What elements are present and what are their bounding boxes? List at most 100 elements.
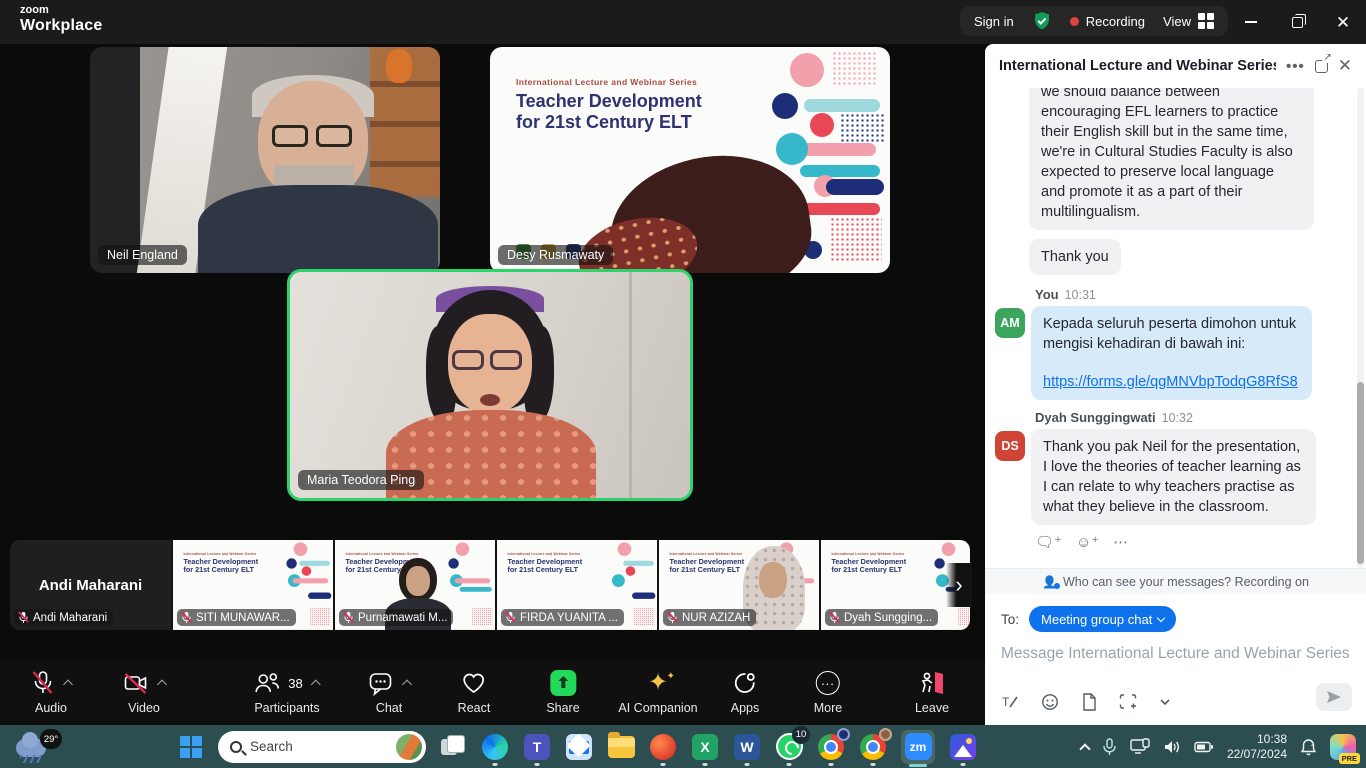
share-button[interactable]: Share <box>546 668 579 715</box>
video-tile-neil-england[interactable]: Neil England <box>90 47 440 273</box>
tray-battery-button[interactable] <box>1194 741 1214 753</box>
brand-zoom: zoom <box>20 5 102 16</box>
recipient-selector[interactable]: Meeting group chat <box>1029 606 1176 632</box>
clock-time: 10:38 <box>1227 732 1287 747</box>
video-tile-maria-teodora-ping-active-speaker[interactable]: Maria Teodora Ping <box>287 269 693 501</box>
audio-button[interactable]: Audio <box>31 668 72 715</box>
start-button[interactable] <box>176 732 206 762</box>
chat-message-list[interactable]: we should balance between encouraging EF… <box>985 88 1366 568</box>
chrome-app-1[interactable] <box>816 732 846 762</box>
photos-icon <box>950 734 976 760</box>
zoom-titlebar: zoom Workplace Sign in Recording View ✕ <box>0 0 1366 44</box>
svg-text:T: T <box>1002 695 1010 709</box>
thumb-purnamawati[interactable]: International Lecture and Webinar Series… <box>335 540 495 630</box>
window-controls: ✕ <box>1228 0 1366 44</box>
message-actions: 🗨⁺ ☺⁺ ⋯ <box>1035 533 1352 551</box>
message-more-icon[interactable]: ⋯ <box>1113 533 1128 551</box>
browser-red-app[interactable] <box>648 732 678 762</box>
file-attach-icon[interactable] <box>1081 693 1097 711</box>
thumb-siti-munawar[interactable]: International Lecture and Webinar Series… <box>173 540 333 630</box>
audio-options-caret[interactable] <box>63 680 73 690</box>
share-screen-icon <box>550 670 576 696</box>
word-app[interactable]: W <box>732 732 762 762</box>
battery-icon <box>1194 741 1214 753</box>
leave-button[interactable]: Leave <box>915 668 949 715</box>
react-button[interactable]: React <box>458 668 491 715</box>
send-button[interactable] <box>1316 683 1352 711</box>
recording-indicator[interactable]: Recording <box>1070 14 1145 29</box>
close-button[interactable]: ✕ <box>1320 0 1366 44</box>
taskbar-clock[interactable]: 10:38 22/07/2024 <box>1227 732 1287 762</box>
taskbar-search[interactable]: Search <box>218 731 426 763</box>
privacy-notice[interactable]: 👤 Who can see your messages? Recording o… <box>985 568 1366 594</box>
tray-mic-button[interactable] <box>1102 738 1117 756</box>
security-shield-icon[interactable] <box>1032 11 1052 31</box>
person-privacy-icon: 👤 <box>1042 575 1057 589</box>
message-bubble: we should balance between encouraging EF… <box>1029 88 1314 230</box>
word-icon: W <box>734 734 760 760</box>
photos-app[interactable] <box>948 732 978 762</box>
chat-panel: International Lecture and Webinar Series… <box>985 44 1366 725</box>
ai-companion-button[interactable]: ✦ AI Companion <box>618 668 697 715</box>
apps-button[interactable]: Apps <box>731 668 760 715</box>
thumb-firda-yuanita[interactable]: International Lecture and Webinar Series… <box>497 540 657 630</box>
attendance-form-link[interactable]: https://forms.gle/qgMNVbpTodqG8RfS8 <box>1043 372 1300 392</box>
whatsapp-app[interactable]: 10 <box>774 732 804 762</box>
format-text-icon[interactable]: T <box>1001 693 1019 711</box>
teams-app[interactable]: T <box>522 732 552 762</box>
popout-icon <box>1315 60 1328 73</box>
tray-cast-button[interactable] <box>1130 738 1150 755</box>
screenshot-icon[interactable] <box>1119 693 1137 711</box>
participants-button[interactable]: 38 Participants <box>254 668 319 715</box>
task-view-button[interactable] <box>438 732 468 762</box>
participants-label: Participants <box>254 701 319 715</box>
message-bubble: Thank you pak Neil for the presentation,… <box>1031 429 1316 525</box>
webinar-slide: International Lecture and Webinar Series… <box>490 47 890 273</box>
thumb-nur-azizah[interactable]: International Lecture and Webinar Series… <box>659 540 819 630</box>
reply-icon[interactable]: 🗨⁺ <box>1035 533 1062 551</box>
apps-label: Apps <box>731 701 760 715</box>
view-button[interactable]: View <box>1163 13 1214 29</box>
leave-label: Leave <box>915 701 949 715</box>
restore-button[interactable] <box>1274 0 1320 44</box>
add-reaction-icon[interactable]: ☺⁺ <box>1076 533 1099 551</box>
thumb-andi-maharani[interactable]: Andi Maharani Andi Maharani <box>10 540 171 630</box>
chat-scrollbar-thumb[interactable] <box>1357 382 1364 564</box>
chat-options-caret[interactable] <box>402 680 412 690</box>
sign-in-button[interactable]: Sign in <box>974 14 1014 29</box>
slide-series-label: International Lecture and Webinar Series <box>516 77 697 87</box>
excel-app[interactable]: X <box>690 732 720 762</box>
mail-app[interactable] <box>564 732 594 762</box>
minimize-button[interactable] <box>1228 0 1274 44</box>
chrome-app-2[interactable] <box>858 732 888 762</box>
file-explorer-app[interactable] <box>606 732 636 762</box>
leave-door-icon <box>918 670 946 696</box>
chat-button[interactable]: Chat <box>368 668 411 715</box>
edge-icon <box>482 734 508 760</box>
windows-logo-icon <box>180 736 202 758</box>
composer-more-chevron-icon[interactable] <box>1159 696 1171 708</box>
zoom-app-active[interactable]: zm <box>900 732 936 762</box>
message-input[interactable]: Message International Lecture and Webina… <box>1001 645 1350 663</box>
chat-more-button[interactable]: ••• <box>1286 58 1305 75</box>
participants-options-caret[interactable] <box>311 680 321 690</box>
video-options-caret[interactable] <box>157 680 167 690</box>
weather-widget[interactable]: 29° <box>14 729 70 765</box>
chrome-profile-badge <box>837 728 850 741</box>
chat-close-button[interactable]: ✕ <box>1338 56 1352 76</box>
mic-muted-icon <box>31 670 55 696</box>
tray-expand-button[interactable] <box>1081 741 1089 753</box>
video-label: Video <box>128 701 160 715</box>
video-tile-desy-rusmawaty[interactable]: International Lecture and Webinar Series… <box>490 47 890 273</box>
chat-popout-button[interactable] <box>1315 60 1328 73</box>
more-button[interactable]: ... More <box>814 668 842 715</box>
copilot-preview-button[interactable]: PRE <box>1330 734 1356 760</box>
filmstrip-next-button[interactable]: › <box>946 563 972 607</box>
edge-app[interactable] <box>480 732 510 762</box>
video-button[interactable]: Video <box>123 668 166 715</box>
tray-volume-button[interactable] <box>1163 739 1181 755</box>
emoji-icon[interactable] <box>1041 693 1059 711</box>
notifications-button[interactable]: z <box>1300 738 1317 756</box>
teams-icon: T <box>524 734 550 760</box>
system-tray: 10:38 22/07/2024 z PRE <box>1081 725 1356 768</box>
